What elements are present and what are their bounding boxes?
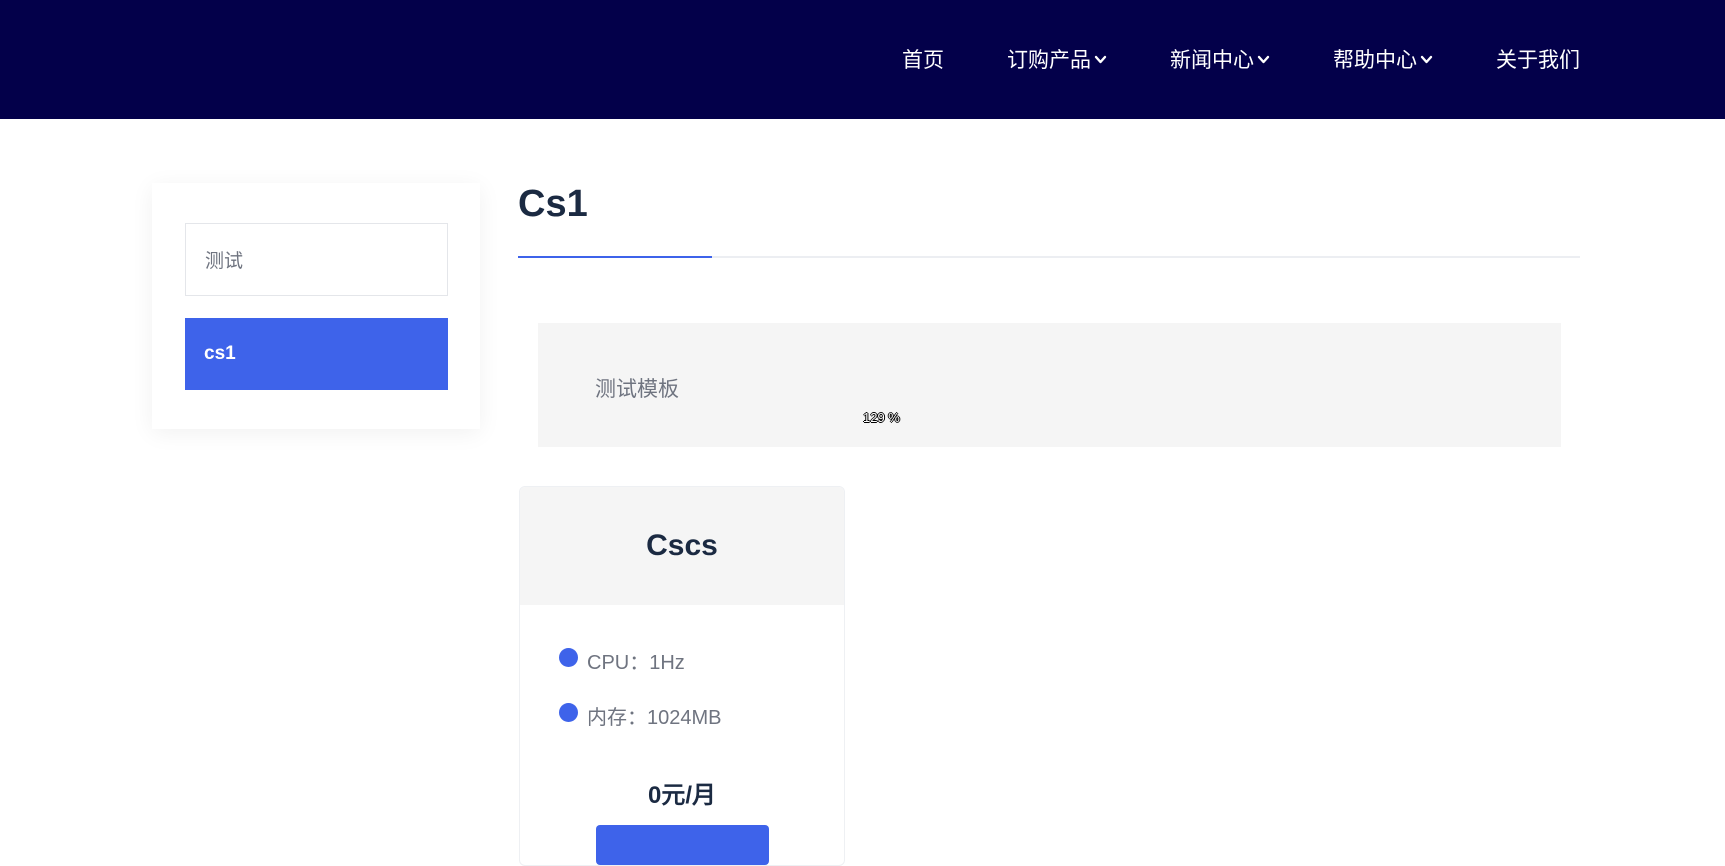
nav-item-label: 订购产品 [1007, 49, 1091, 72]
top-navbar: 首页 订购产品 新闻中心 帮助中心 关于我们 [0, 0, 1725, 119]
nav-item-label: 关于我们 [1496, 49, 1580, 72]
spec-item-cpu: CPU：1Hz [559, 646, 685, 675]
title-divider-accent [518, 256, 712, 258]
sidebar-item-label: cs1 [204, 343, 236, 364]
spec-item-memory: 内存：1024MB [559, 701, 722, 730]
spec-text: 内存：1024MB [587, 707, 722, 729]
sidebar-item-test[interactable]: 测试 [185, 223, 448, 296]
sidebar-item-label: 测试 [205, 251, 244, 272]
product-name: Cscs [646, 529, 718, 562]
description-text: 测试模板 [595, 378, 679, 401]
category-sidebar: 测试 cs1 [152, 183, 480, 429]
chevron-down-icon [1257, 55, 1270, 64]
description-panel: 测试模板 129 % [538, 323, 1561, 447]
nav-item-home[interactable]: 首页 [902, 44, 944, 74]
sidebar-item-cs1[interactable]: cs1 [185, 318, 448, 390]
zoom-indicator: 129 % [863, 410, 900, 425]
product-card: Cscs CPU：1Hz 内存：1024MB 0元/月 [519, 486, 845, 866]
bullet-dot-icon [559, 648, 578, 667]
product-card-header: Cscs [520, 487, 844, 605]
nav-item-label: 新闻中心 [1170, 49, 1254, 72]
nav-item-label: 首页 [902, 49, 944, 72]
bullet-dot-icon [559, 703, 578, 722]
nav-item-products[interactable]: 订购产品 [1007, 44, 1107, 74]
nav-item-about[interactable]: 关于我们 [1496, 44, 1580, 74]
nav-item-label: 帮助中心 [1333, 49, 1417, 72]
page-title: Cs1 [518, 183, 588, 225]
product-price: 0元/月 [647, 782, 716, 809]
spec-text: CPU：1Hz [587, 652, 685, 674]
chevron-down-icon [1094, 55, 1107, 64]
nav-item-news[interactable]: 新闻中心 [1170, 44, 1270, 74]
order-button[interactable] [596, 825, 769, 865]
main-nav: 首页 订购产品 新闻中心 帮助中心 关于我们 [902, 44, 1580, 74]
chevron-down-icon [1420, 55, 1433, 64]
nav-item-help[interactable]: 帮助中心 [1333, 44, 1433, 74]
